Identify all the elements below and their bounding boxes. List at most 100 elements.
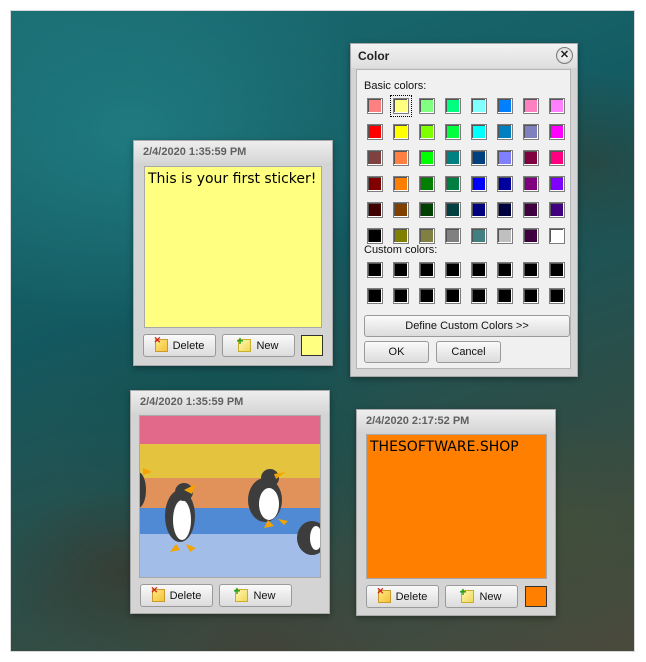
delete-note-icon xyxy=(151,585,165,602)
sticker-note-area[interactable]: THESOFTWARE.SHOP xyxy=(366,434,547,579)
delete-button-label: Delete xyxy=(172,339,205,352)
ok-button-label: OK xyxy=(388,346,405,358)
custom-color-swatch[interactable] xyxy=(549,288,565,304)
color-dialog[interactable]: Color ✕ Basic colors: Custom colors: Def… xyxy=(350,43,578,377)
basic-color-swatch[interactable] xyxy=(497,176,513,192)
basic-colors-label: Basic colors: xyxy=(364,80,427,92)
penguins-image xyxy=(140,416,320,577)
basic-color-swatch[interactable] xyxy=(445,176,461,192)
basic-color-swatch[interactable] xyxy=(367,98,383,114)
basic-color-swatch[interactable] xyxy=(393,150,409,166)
basic-color-swatch[interactable] xyxy=(497,202,513,218)
sticker-image-area[interactable] xyxy=(139,415,321,578)
basic-color-swatch[interactable] xyxy=(523,202,539,218)
custom-color-swatch[interactable] xyxy=(367,262,383,278)
sticker-window-1[interactable]: 2/4/2020 1:35:59 PM This is your first s… xyxy=(133,140,333,366)
basic-color-swatch[interactable] xyxy=(549,176,565,192)
new-button[interactable]: New xyxy=(445,585,518,608)
basic-color-swatch[interactable] xyxy=(419,202,435,218)
basic-color-swatch[interactable] xyxy=(523,150,539,166)
basic-color-swatch[interactable] xyxy=(393,124,409,140)
basic-colors-grid xyxy=(367,95,565,244)
basic-color-swatch[interactable] xyxy=(367,228,383,244)
new-button-label: New xyxy=(479,590,502,603)
basic-color-swatch[interactable] xyxy=(549,228,565,244)
basic-color-swatch[interactable] xyxy=(497,228,513,244)
delete-button[interactable]: Delete xyxy=(366,585,439,608)
basic-color-swatch[interactable] xyxy=(419,228,435,244)
new-note-icon xyxy=(236,334,252,352)
basic-color-swatch[interactable] xyxy=(471,202,487,218)
basic-color-swatch[interactable] xyxy=(445,150,461,166)
delete-button[interactable]: Delete xyxy=(143,334,216,357)
basic-color-swatch[interactable] xyxy=(471,228,487,244)
basic-color-swatch[interactable] xyxy=(419,124,435,140)
color-dialog-title[interactable]: Color xyxy=(351,44,577,68)
delete-button[interactable]: Delete xyxy=(140,584,213,607)
define-custom-colors-label: Define Custom Colors >> xyxy=(405,320,529,332)
basic-color-swatch[interactable] xyxy=(367,176,383,192)
custom-color-swatch[interactable] xyxy=(497,288,513,304)
basic-color-swatch[interactable] xyxy=(393,228,409,244)
note-color-swatch[interactable] xyxy=(301,335,323,356)
custom-color-swatch[interactable] xyxy=(471,262,487,278)
basic-color-swatch[interactable] xyxy=(419,98,435,114)
sticker-title-bar[interactable]: 2/4/2020 1:35:59 PM xyxy=(134,141,332,163)
custom-color-swatch[interactable] xyxy=(497,262,513,278)
sticker-note-text: THESOFTWARE.SHOP xyxy=(370,439,519,455)
basic-color-swatch[interactable] xyxy=(471,150,487,166)
basic-color-swatch[interactable] xyxy=(390,95,412,117)
cancel-button-label: Cancel xyxy=(451,346,486,358)
custom-color-swatch[interactable] xyxy=(393,288,409,304)
custom-color-swatch[interactable] xyxy=(445,288,461,304)
basic-color-swatch[interactable] xyxy=(549,202,565,218)
sticker-window-3[interactable]: 2/4/2020 2:17:52 PM THESOFTWARE.SHOP Del… xyxy=(356,409,556,616)
new-button[interactable]: New xyxy=(222,334,295,357)
sticker-note-area[interactable]: This is your first sticker! xyxy=(144,166,322,328)
custom-color-swatch[interactable] xyxy=(523,288,539,304)
define-custom-colors-button[interactable]: Define Custom Colors >> xyxy=(364,315,570,337)
basic-color-swatch[interactable] xyxy=(523,98,539,114)
basic-color-swatch[interactable] xyxy=(419,176,435,192)
basic-color-swatch[interactable] xyxy=(497,124,513,140)
basic-color-swatch[interactable] xyxy=(393,176,409,192)
note-color-swatch[interactable] xyxy=(525,586,547,607)
basic-color-swatch[interactable] xyxy=(497,150,513,166)
custom-color-swatch[interactable] xyxy=(419,288,435,304)
sticker-title-bar[interactable]: 2/4/2020 1:35:59 PM xyxy=(131,391,329,413)
new-button[interactable]: New xyxy=(219,584,292,607)
basic-color-swatch[interactable] xyxy=(497,98,513,114)
custom-color-swatch[interactable] xyxy=(393,262,409,278)
basic-color-swatch[interactable] xyxy=(367,124,383,140)
cancel-button[interactable]: Cancel xyxy=(436,341,501,363)
custom-color-swatch[interactable] xyxy=(549,262,565,278)
custom-color-swatch[interactable] xyxy=(471,288,487,304)
basic-color-swatch[interactable] xyxy=(445,98,461,114)
basic-color-swatch[interactable] xyxy=(523,176,539,192)
basic-color-swatch[interactable] xyxy=(523,228,539,244)
custom-color-swatch[interactable] xyxy=(367,288,383,304)
custom-color-swatch[interactable] xyxy=(523,262,539,278)
close-icon[interactable]: ✕ xyxy=(556,47,573,64)
custom-color-swatch[interactable] xyxy=(419,262,435,278)
basic-color-swatch[interactable] xyxy=(471,124,487,140)
sticker-note-text: This is your first sticker! xyxy=(148,171,317,187)
basic-color-swatch[interactable] xyxy=(523,124,539,140)
basic-color-swatch[interactable] xyxy=(445,124,461,140)
ok-button[interactable]: OK xyxy=(364,341,429,363)
basic-color-swatch[interactable] xyxy=(367,150,383,166)
basic-color-swatch[interactable] xyxy=(445,228,461,244)
basic-color-swatch[interactable] xyxy=(549,124,565,140)
basic-color-swatch[interactable] xyxy=(445,202,461,218)
sticker-title-bar[interactable]: 2/4/2020 2:17:52 PM xyxy=(357,410,555,432)
basic-color-swatch[interactable] xyxy=(419,150,435,166)
custom-color-swatch[interactable] xyxy=(445,262,461,278)
delete-note-icon xyxy=(154,335,168,352)
basic-color-swatch[interactable] xyxy=(471,176,487,192)
sticker-window-2[interactable]: 2/4/2020 1:35:59 PM ✕ Delete + New xyxy=(130,390,330,614)
basic-color-swatch[interactable] xyxy=(367,202,383,218)
basic-color-swatch[interactable] xyxy=(471,98,487,114)
basic-color-swatch[interactable] xyxy=(549,150,565,166)
basic-color-swatch[interactable] xyxy=(393,202,409,218)
basic-color-swatch[interactable] xyxy=(549,98,565,114)
